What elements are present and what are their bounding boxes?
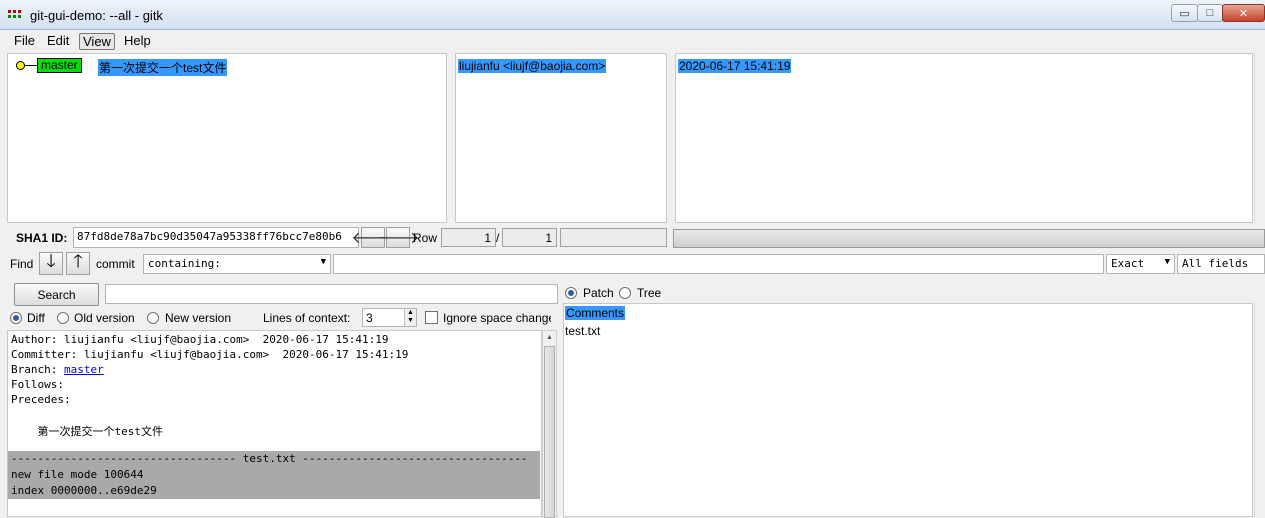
- arrow-down-icon: 🡓: [46, 250, 56, 271]
- stepper-arrows-icon[interactable]: ▲ ▼: [404, 309, 416, 326]
- diff-scrollbar-thumb[interactable]: [544, 346, 555, 518]
- chevron-down-icon: ▼: [1164, 257, 1170, 267]
- maximize-button[interactable]: □: [1197, 4, 1223, 22]
- diff-mode-line: new file mode 100644: [11, 468, 144, 481]
- commit-subject[interactable]: 第一次提交一个test文件: [98, 59, 228, 76]
- file-list-item[interactable]: test.txt: [565, 324, 600, 338]
- old-version-radio[interactable]: [57, 312, 69, 324]
- new-version-radio[interactable]: [147, 312, 159, 324]
- match-type-select[interactable]: Exact ▼: [1106, 254, 1175, 274]
- close-icon: ✕: [1238, 7, 1249, 20]
- diff-follows-line: Follows:: [11, 378, 64, 391]
- tree-radio-label[interactable]: Tree: [637, 286, 661, 300]
- branch-link[interactable]: master: [64, 363, 104, 376]
- diff-message-line: 第一次提交一个test文件: [11, 425, 163, 438]
- fields-value: All fields: [1182, 257, 1249, 270]
- tree-radio[interactable]: [619, 287, 631, 299]
- row-total: 1: [502, 228, 557, 247]
- search-button[interactable]: Search: [14, 283, 99, 306]
- diff-view[interactable]: Author: liujianfu <liujf@baojia.com> 202…: [7, 330, 542, 517]
- menu-file[interactable]: File: [11, 33, 38, 50]
- diff-file-block: ---------------------------------- test.…: [8, 451, 540, 499]
- commit-author[interactable]: liujianfu <liujf@baojia.com>: [458, 59, 607, 73]
- gitk-app-icon: [8, 10, 22, 20]
- patch-radio[interactable]: [565, 287, 577, 299]
- forward-button[interactable]: 🡒: [377, 227, 419, 248]
- context-lines-value: 3: [366, 311, 373, 325]
- title-bar[interactable]: git-gui-demo: --all - gitk ▭ □ ✕: [0, 0, 1265, 30]
- new-version-label[interactable]: New version: [165, 311, 231, 325]
- row-separator: /: [496, 231, 500, 245]
- scroll-up-icon[interactable]: ▲: [543, 331, 556, 345]
- diff-radio[interactable]: [10, 312, 22, 324]
- minimize-button[interactable]: ▭: [1171, 4, 1198, 22]
- branch-tag[interactable]: master: [37, 58, 82, 73]
- context-lines-label: Lines of context:: [263, 311, 351, 325]
- menu-edit[interactable]: Edit: [44, 33, 72, 50]
- find-prev-button[interactable]: 🡑: [66, 251, 90, 275]
- fields-select[interactable]: All fields: [1177, 254, 1265, 274]
- row-label: Row: [413, 231, 438, 245]
- ignore-space-checkbox[interactable]: [425, 311, 438, 324]
- branch-label: Branch:: [11, 363, 64, 376]
- window-title: git-gui-demo: --all - gitk: [30, 8, 163, 23]
- sha-field[interactable]: 87fd8de78a7bc90d35047a95338ff76bcc7e80b6: [73, 227, 359, 248]
- file-list-pane[interactable]: Comments test.txt: [563, 303, 1253, 517]
- menu-help[interactable]: Help: [121, 33, 154, 50]
- diff-scrollbar[interactable]: ▲: [542, 330, 557, 518]
- search-button-label: Search: [37, 287, 76, 302]
- context-lines-stepper[interactable]: 3 ▲ ▼: [362, 308, 417, 327]
- diff-file-header[interactable]: ---------------------------------- test.…: [11, 452, 528, 465]
- close-button[interactable]: ✕: [1222, 4, 1265, 22]
- menu-bar: File Edit View Help: [0, 31, 1265, 52]
- maximize-icon: □: [1206, 7, 1214, 19]
- file-list-scrollbar[interactable]: [1254, 303, 1265, 517]
- old-version-label[interactable]: Old version: [74, 311, 135, 325]
- diff-branch-line: Branch: master: [11, 363, 104, 376]
- patch-radio-label[interactable]: Patch: [583, 286, 614, 300]
- diff-precedes-line: Precedes:: [11, 393, 71, 406]
- file-list-comments[interactable]: Comments: [565, 306, 626, 320]
- commit-list-scrollbar[interactable]: [1254, 53, 1265, 223]
- arrow-up-icon: 🡑: [73, 250, 83, 271]
- commit-date-pane[interactable]: 2020-06-17 15:41:19: [675, 53, 1253, 223]
- chevron-down-icon: ▼: [320, 257, 326, 267]
- diff-radio-label[interactable]: Diff: [27, 311, 45, 325]
- find-text-input[interactable]: [333, 254, 1104, 274]
- commit-node-icon: [16, 61, 25, 70]
- find-commit-label: commit: [96, 257, 135, 271]
- ignore-space-label[interactable]: Ignore space change: [443, 311, 551, 325]
- commit-author-pane[interactable]: liujianfu <liujf@baojia.com>: [455, 53, 667, 223]
- row-status: [560, 228, 667, 247]
- find-label: Find: [10, 257, 34, 271]
- match-type-value: Exact: [1111, 257, 1145, 270]
- minimize-icon: ▭: [1179, 7, 1190, 20]
- graph-line: [25, 65, 37, 66]
- sha-label: SHA1 ID:: [16, 231, 68, 245]
- diff-author-line: Author: liujianfu <liujf@baojia.com> 202…: [11, 333, 389, 346]
- search-input[interactable]: [105, 284, 558, 304]
- diff-committer-line: Committer: liujianfu <liujf@baojia.com> …: [11, 348, 409, 361]
- find-type-select[interactable]: containing: ▼: [143, 254, 331, 274]
- progress-bar: [673, 229, 1265, 248]
- commit-graph-pane[interactable]: master 第一次提交一个test文件: [7, 53, 447, 223]
- diff-index-line: index 0000000..e69de29: [11, 484, 157, 497]
- find-type-value: containing:: [148, 257, 221, 270]
- commit-date[interactable]: 2020-06-17 15:41:19: [678, 59, 792, 73]
- row-current: 1: [441, 228, 496, 247]
- menu-view[interactable]: View: [79, 33, 115, 50]
- find-next-button[interactable]: 🡓: [39, 251, 63, 275]
